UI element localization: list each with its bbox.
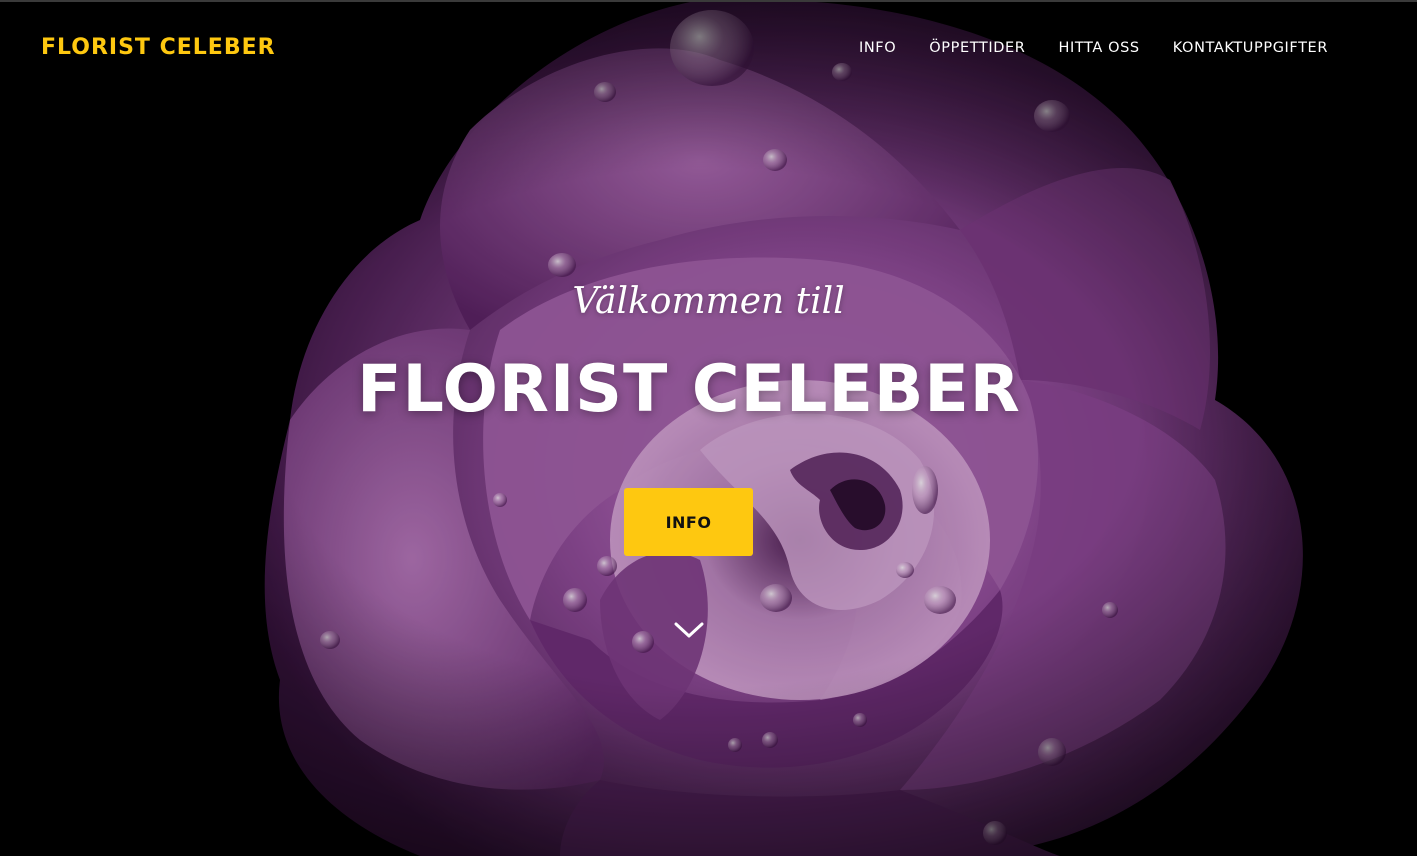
chevron-down-icon[interactable] (673, 619, 705, 641)
nav-menu: INFO ÖPPETTIDER HITTA OSS KONTAKTUPPGIFT… (859, 38, 1328, 58)
nav-item: KONTAKTUPPGIFTER (1173, 38, 1328, 58)
nav-link-info[interactable]: INFO (859, 40, 896, 56)
nav-link-hitta-oss[interactable]: HITTA OSS (1058, 40, 1139, 56)
hero-heading: FLORIST CELEBER (357, 352, 1021, 427)
nav-item: ÖPPETTIDER (929, 38, 1025, 58)
window-top-border (0, 0, 1417, 2)
nav-item: INFO (859, 38, 896, 58)
hero-subheading: Välkommen till (572, 281, 845, 322)
nav-link-kontaktuppgifter[interactable]: KONTAKTUPPGIFTER (1173, 40, 1328, 56)
masthead: Välkommen till FLORIST CELEBER INFO (0, 0, 1417, 856)
nav-item: HITTA OSS (1058, 38, 1139, 58)
brand-logo-link[interactable]: FLORIST CELEBER (41, 34, 276, 62)
info-button[interactable]: INFO (624, 488, 753, 556)
nav-link-oppettider[interactable]: ÖPPETTIDER (929, 40, 1025, 56)
main-navbar: FLORIST CELEBER INFO ÖPPETTIDER HITTA OS… (0, 0, 1417, 96)
